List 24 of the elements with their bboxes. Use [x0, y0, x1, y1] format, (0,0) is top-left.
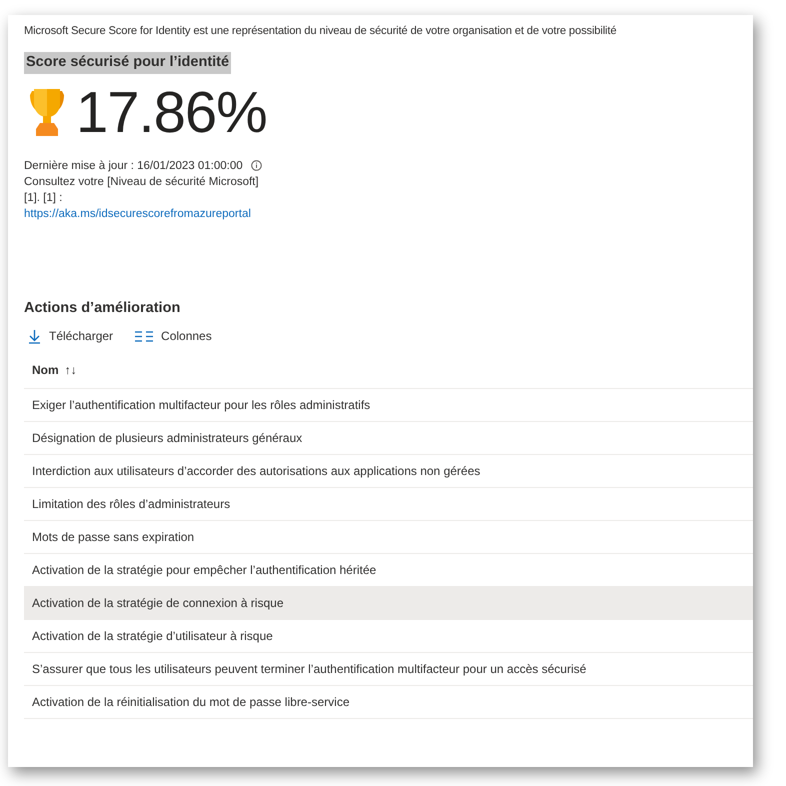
intro-text: Microsoft Secure Score for Identity est une représentation du niveau de sécurité de votre organisation et de votre possibilité [24, 24, 618, 39]
last-update-text: Dernière mise à jour : 16/01/2023 01:00:00 [24, 158, 243, 174]
info-icon[interactable] [250, 160, 262, 172]
description-text: Consultez votre [Niveau de sécurité Microsoft] [24, 174, 260, 190]
section-title: Score sécurisé pour l’identité [24, 52, 232, 74]
description-text: [1]. [1] : [24, 190, 64, 206]
columns-icon [135, 330, 154, 342]
columns-button[interactable]: Colonnes [131, 325, 216, 348]
section-title: Actions d’amélioration [24, 298, 182, 318]
table-row[interactable]: Activation de la stratégie d’utilisateur à risque [24, 620, 753, 654]
table-row[interactable]: Désignation de plusieurs administrateurs généraux [24, 422, 753, 456]
table-row[interactable]: S’assurer que tous les utilisateurs peuvent terminer l’authentification multifacteur pour un accès sécurisé [24, 653, 753, 686]
table-row[interactable]: Interdiction aux utilisateurs d’accorder des autorisations aux applications non gérées [24, 455, 753, 488]
download-icon [28, 328, 41, 344]
table-row[interactable]: Activation de la réinitialisation du mot de passe libre-service [24, 686, 753, 720]
table-row[interactable]: Limitation des rôles d’administrateurs [24, 488, 753, 522]
portal-link[interactable]: https://aka.ms/idsecurescorefromazureportal [24, 208, 251, 220]
download-button[interactable]: Télécharger [24, 325, 118, 348]
column-header[interactable]: Nom [32, 360, 59, 379]
table-row[interactable]: Activation de la stratégie de connexion à risque [24, 587, 753, 620]
table-row[interactable]: Mots de passe sans expiration [24, 521, 753, 554]
score-value: 17.86% [76, 84, 267, 142]
sort-icon[interactable]: ↑↓ [64, 360, 77, 379]
table-row[interactable]: Exiger l’authentification multifacteur pour les rôles administratifs [24, 389, 753, 422]
